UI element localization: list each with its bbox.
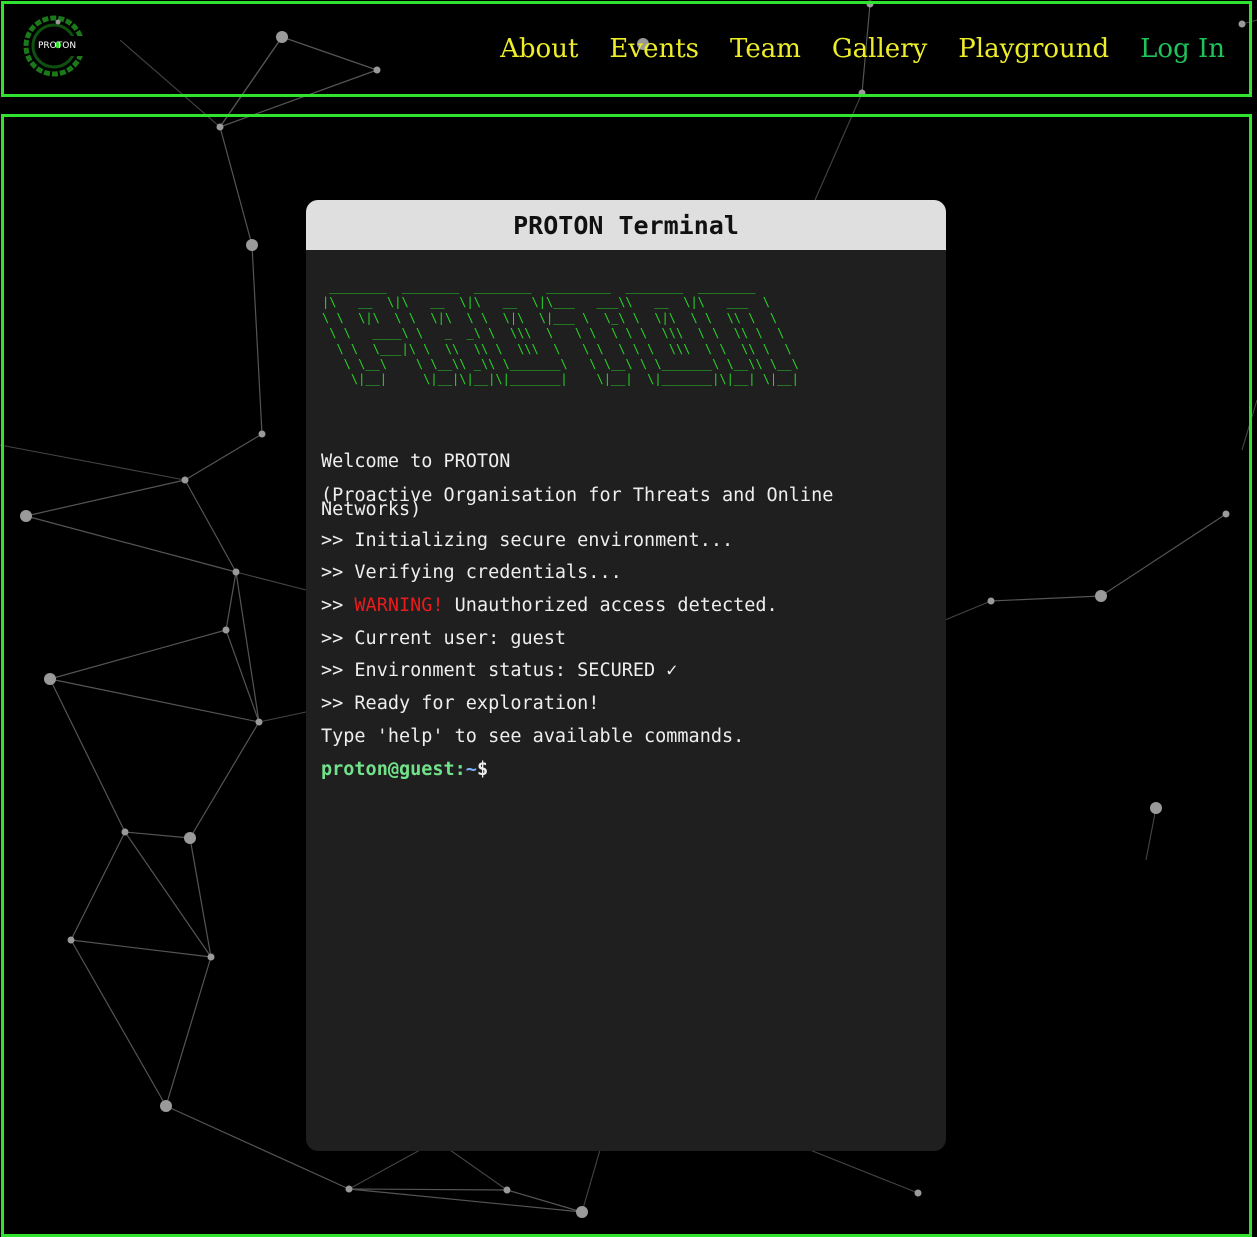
welcome-line: Welcome to PROTON	[321, 451, 511, 472]
fullname-line: (Proactive Organisation for Threats and …	[321, 484, 834, 520]
nav-gallery[interactable]: Gallery	[832, 32, 927, 66]
warning-prefix: >>	[321, 595, 355, 617]
terminal-window[interactable]: PROTON Terminal ________ ________ ______…	[306, 200, 946, 1151]
ready-line: >> Ready for exploration!	[321, 693, 600, 715]
terminal-output: Welcome to PROTON (Proactive Organisatio…	[321, 450, 931, 790]
command-input[interactable]	[488, 757, 793, 781]
warning-text: Unauthorized access detected.	[443, 595, 778, 617]
prompt-line: proton@guest:~$	[321, 757, 931, 791]
prompt-user: proton@guest:	[321, 758, 466, 780]
prompt-dir: ~	[465, 758, 477, 780]
verify-line: >> Verifying credentials...	[321, 562, 622, 584]
status-line: >> Environment status: SECURED ✓	[321, 660, 678, 682]
nav-playground[interactable]: Playground	[958, 32, 1109, 66]
warning-label: WARNING!	[354, 595, 444, 617]
terminal-title: PROTON Terminal	[306, 200, 946, 250]
prompt-symbol: $	[476, 758, 489, 780]
proton-logo[interactable]: PROTON	[22, 14, 86, 78]
init-line: >> Initializing secure environment...	[321, 529, 734, 551]
ascii-banner: ________ ________ ________ _________ ___…	[322, 280, 799, 387]
logo-text: PROTON	[38, 41, 76, 51]
warning-line: >> WARNING! Unauthorized access detected…	[321, 594, 931, 627]
nav-team[interactable]: Team	[730, 32, 801, 66]
help-line: Type 'help' to see available commands.	[321, 725, 745, 747]
main-nav: About Events Team Gallery Playground Log…	[469, 32, 1225, 66]
nav-login[interactable]: Log In	[1140, 32, 1225, 66]
nav-about[interactable]: About	[500, 32, 578, 66]
user-line: >> Current user: guest	[321, 627, 567, 649]
nav-events[interactable]: Events	[609, 32, 699, 66]
